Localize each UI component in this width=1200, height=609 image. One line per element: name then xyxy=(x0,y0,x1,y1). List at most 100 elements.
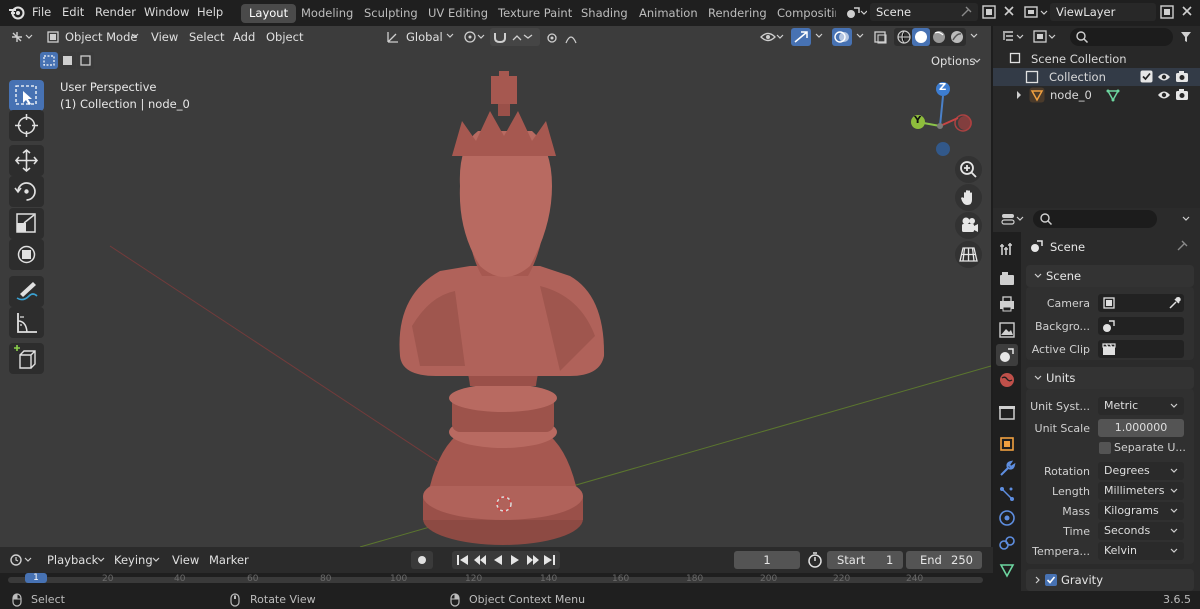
transform-orientation-icon[interactable] xyxy=(386,30,400,44)
outliner-row-scene-collection[interactable]: Scene Collection xyxy=(993,50,1200,68)
scale-tool[interactable] xyxy=(9,208,44,239)
pan-view-button[interactable] xyxy=(955,184,982,211)
menu-select[interactable]: Select xyxy=(189,30,224,44)
units-panel-header[interactable]: Units xyxy=(1026,367,1194,389)
tab-modifiers[interactable] xyxy=(996,458,1018,480)
menu-render[interactable]: Render xyxy=(95,5,136,19)
tab-output[interactable] xyxy=(996,293,1018,315)
record-button[interactable] xyxy=(411,551,433,569)
tab-layout[interactable]: Layout xyxy=(241,4,297,23)
outliner-row-node-0[interactable]: node_0 xyxy=(993,86,1200,104)
mesh-data-icon[interactable] xyxy=(1106,88,1120,102)
menu-window[interactable]: Window xyxy=(144,5,189,19)
chevron-down-icon[interactable] xyxy=(970,33,978,39)
menu-object[interactable]: Object xyxy=(266,30,303,44)
tab-collection[interactable] xyxy=(996,402,1018,424)
gravity-checkbox[interactable] xyxy=(1045,574,1057,586)
mass-dropdown[interactable]: Kilograms xyxy=(1098,502,1184,520)
scene-icon[interactable] xyxy=(845,5,867,21)
menu-help[interactable]: Help xyxy=(197,5,223,19)
pivot-point-icon[interactable] xyxy=(463,30,487,44)
outliner-row-collection[interactable]: Collection xyxy=(993,68,1200,86)
eye-icon[interactable] xyxy=(1157,89,1171,101)
new-view-layer-icon[interactable] xyxy=(1159,4,1175,20)
tab-shading[interactable]: Shading xyxy=(573,4,636,23)
view-layer-icon[interactable] xyxy=(1024,5,1050,21)
end-frame-field[interactable]: End 250 xyxy=(906,551,982,569)
menu-edit[interactable]: Edit xyxy=(62,5,84,19)
timeline-menu-playback[interactable]: Playback xyxy=(47,553,98,567)
menu-file[interactable]: File xyxy=(32,5,51,19)
measure-tool[interactable] xyxy=(9,307,44,338)
rotation-dropdown[interactable]: Degrees xyxy=(1098,462,1184,480)
pin-icon[interactable] xyxy=(960,6,972,18)
camera-field[interactable] xyxy=(1098,294,1184,312)
properties-editor-type-icon[interactable] xyxy=(1001,212,1027,226)
active-clip-field[interactable] xyxy=(1098,340,1184,358)
frame-ruler[interactable]: 1 20 40 60 80 100 120 140 160 180 200 22… xyxy=(0,573,993,591)
timeline-editor-type-icon[interactable] xyxy=(10,553,36,567)
length-dropdown[interactable]: Millimeters xyxy=(1098,482,1184,500)
menu-view[interactable]: View xyxy=(151,30,178,44)
object-mode-icon[interactable] xyxy=(46,30,60,44)
add-cube-tool[interactable] xyxy=(9,343,44,374)
tab-scene[interactable] xyxy=(996,344,1018,366)
camera-render-icon[interactable] xyxy=(1175,88,1189,101)
time-dropdown[interactable]: Seconds xyxy=(1098,522,1184,540)
current-frame-field[interactable]: 1 xyxy=(734,551,800,569)
eye-icon[interactable] xyxy=(1157,71,1171,83)
select-box-tool[interactable] xyxy=(9,80,44,111)
tab-rendering[interactable]: Rendering xyxy=(700,4,775,23)
checkbox-checked-icon[interactable] xyxy=(1140,70,1153,83)
gravity-panel-header[interactable]: Gravity xyxy=(1026,569,1194,591)
eyedropper-icon[interactable] xyxy=(1168,296,1182,310)
display-mode-icon[interactable] xyxy=(1033,30,1059,44)
unit-scale-field[interactable]: 1.000000 xyxy=(1098,419,1184,437)
snap-toggle[interactable] xyxy=(490,28,540,46)
view-layer-field[interactable]: ViewLayer xyxy=(1050,3,1156,21)
tab-tool[interactable] xyxy=(996,238,1018,260)
temperature-dropdown[interactable]: Kelvin xyxy=(1098,542,1184,560)
new-scene-icon[interactable] xyxy=(981,4,997,20)
gizmo-toggle[interactable] xyxy=(791,28,811,46)
overlays-toggle[interactable] xyxy=(832,28,852,46)
editor-type-icon[interactable] xyxy=(10,30,36,44)
tab-particles[interactable] xyxy=(996,483,1018,505)
filter-icon[interactable] xyxy=(1179,30,1193,44)
annotate-tool[interactable] xyxy=(9,276,44,307)
orientation-dropdown[interactable]: Global xyxy=(406,30,443,44)
tab-physics[interactable] xyxy=(996,507,1018,529)
transform-tool[interactable] xyxy=(9,239,44,270)
3d-viewport[interactable]: Z Y User Perspective (1) Collection | no… xyxy=(0,26,991,547)
tab-uv-editing[interactable]: UV Editing xyxy=(420,4,496,23)
blender-logo-icon[interactable] xyxy=(8,4,26,20)
tab-animation[interactable]: Animation xyxy=(631,4,706,23)
cursor-tool[interactable] xyxy=(9,110,44,141)
perspective-toggle-button[interactable] xyxy=(955,241,982,268)
current-frame-marker[interactable]: 1 xyxy=(25,573,47,583)
timeline-menu-keying[interactable]: Keying xyxy=(114,553,153,567)
disclosure-triangle-icon[interactable] xyxy=(1015,90,1023,100)
tab-data[interactable] xyxy=(996,559,1018,581)
mode-dropdown[interactable]: Object Mode xyxy=(65,30,137,44)
visibility-dropdown-icon[interactable] xyxy=(760,30,784,44)
separate-units-checkbox[interactable] xyxy=(1099,442,1111,454)
scene-panel-header[interactable]: Scene xyxy=(1026,265,1194,287)
tab-render[interactable] xyxy=(996,268,1018,290)
outliner-search-input[interactable] xyxy=(1070,28,1173,46)
tab-compositing[interactable]: Compositin xyxy=(769,4,836,23)
pin-icon[interactable] xyxy=(1176,240,1188,252)
timeline-menu-view[interactable]: View xyxy=(172,553,199,567)
zoom-view-button[interactable] xyxy=(955,156,982,183)
menu-add[interactable]: Add xyxy=(233,30,255,44)
delete-view-layer-icon[interactable] xyxy=(1180,4,1194,20)
tab-view-layer[interactable] xyxy=(996,319,1018,341)
camera-render-icon[interactable] xyxy=(1175,70,1189,83)
tab-object[interactable] xyxy=(996,433,1018,455)
chevron-down-icon[interactable] xyxy=(1182,216,1190,222)
xray-toggle-icon[interactable] xyxy=(873,30,889,44)
tab-constraints[interactable] xyxy=(996,532,1018,554)
tab-sculpting[interactable]: Sculpting xyxy=(356,4,426,23)
tab-world[interactable] xyxy=(996,369,1018,391)
tab-modeling[interactable]: Modeling xyxy=(293,4,361,23)
